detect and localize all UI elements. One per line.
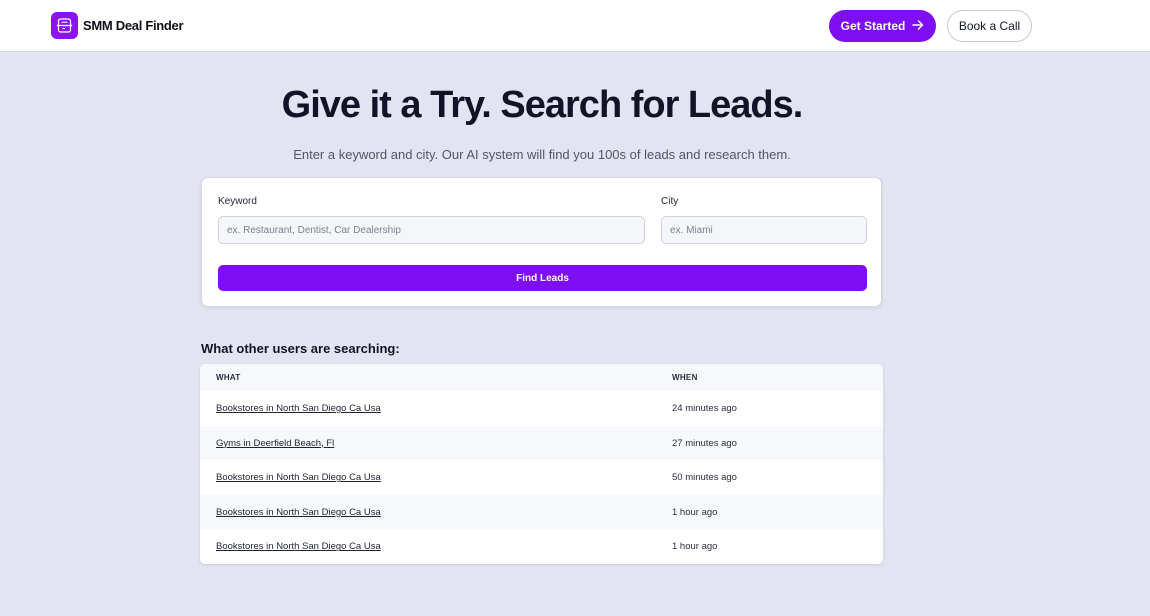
book-call-button[interactable]: Book a Call <box>947 10 1032 42</box>
search-form-card: Keyword City Find Leads <box>201 177 882 307</box>
column-header-what: WHAT <box>216 373 241 382</box>
search-link[interactable]: Bookstores in North San Diego Ca Usa <box>216 507 381 518</box>
column-header-when: WHEN <box>672 373 698 382</box>
city-label: City <box>661 196 679 207</box>
get-started-label: Get Started <box>840 19 906 33</box>
document-bar-icon <box>51 12 78 39</box>
search-link[interactable]: Bookstores in North San Diego Ca Usa <box>216 541 381 552</box>
search-link[interactable]: Gyms in Deerfield Beach, Fl <box>216 438 334 449</box>
city-input[interactable] <box>661 216 867 244</box>
recent-searches-table: WHAT WHEN Bookstores in North San Diego … <box>200 364 883 564</box>
find-leads-button[interactable]: Find Leads <box>218 265 867 291</box>
table-row: Bookstores in North San Diego Ca Usa 24 … <box>200 391 883 426</box>
table-row: Bookstores in North San Diego Ca Usa 1 h… <box>200 494 883 530</box>
brand-name: SMM Deal Finder <box>83 18 184 33</box>
get-started-button[interactable]: Get Started <box>829 10 936 42</box>
table-row: Bookstores in North San Diego Ca Usa 50 … <box>200 460 883 495</box>
search-link[interactable]: Bookstores in North San Diego Ca Usa <box>216 403 381 414</box>
search-time: 1 hour ago <box>672 541 718 553</box>
brand[interactable]: SMM Deal Finder <box>51 12 184 39</box>
hero-subtitle: Enter a keyword and city. Our AI system … <box>293 147 791 162</box>
recent-searches-title: What other users are searching: <box>201 341 400 356</box>
table-body: Bookstores in North San Diego Ca Usa 24 … <box>200 391 883 564</box>
search-link[interactable]: Bookstores in North San Diego Ca Usa <box>216 472 381 483</box>
search-time: 24 minutes ago <box>672 403 737 414</box>
search-time: 27 minutes ago <box>672 437 737 449</box>
top-navigation-bar: SMM Deal Finder Get Started Book a Call <box>0 0 1150 52</box>
table-row: Gyms in Deerfield Beach, Fl 27 minutes a… <box>200 425 883 461</box>
hero-title: Give it a Try. Search for Leads. <box>281 84 804 126</box>
table-row: Bookstores in North San Diego Ca Usa 1 h… <box>200 529 883 564</box>
arrow-right-icon <box>912 19 924 34</box>
keyword-input[interactable] <box>218 216 645 244</box>
table-header: WHAT WHEN <box>200 364 883 391</box>
keyword-label: Keyword <box>218 196 257 207</box>
search-time: 1 hour ago <box>672 506 718 518</box>
search-time: 50 minutes ago <box>672 472 737 484</box>
